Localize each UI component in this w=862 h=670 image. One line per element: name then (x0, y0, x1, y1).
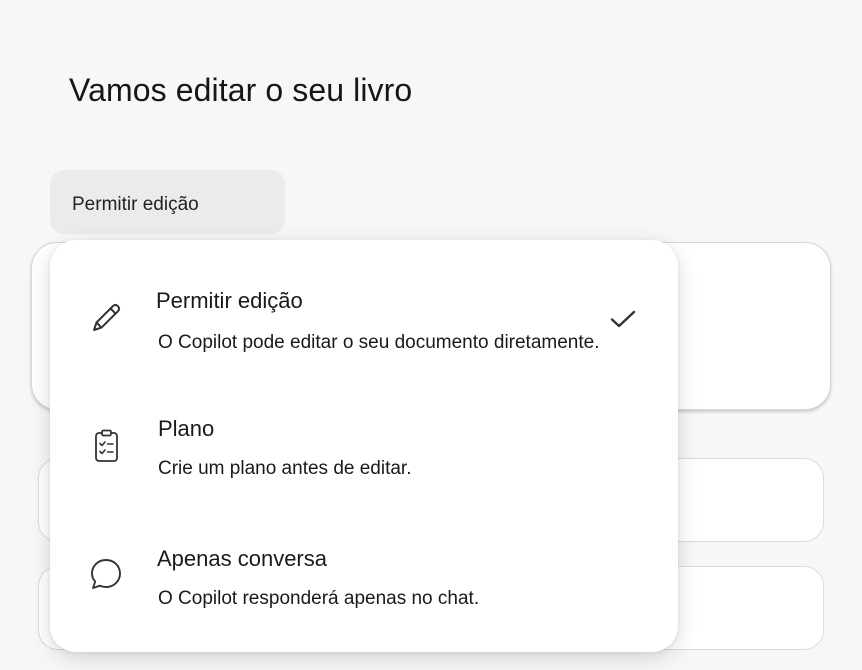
menu-item-chat-only[interactable]: Apenas conversa O Copilot responderá ape… (50, 520, 678, 640)
menu-item-description: O Copilot pode editar o seu documento di… (158, 332, 600, 353)
chat-bubble-icon (91, 559, 121, 589)
mode-selector-button[interactable]: Permitir edição (50, 170, 285, 234)
menu-item-description: Crie um plano antes de editar. (158, 458, 412, 479)
menu-item-allow-editing[interactable]: Permitir edição O Copilot pode editar o … (50, 260, 678, 380)
checkmark-icon (610, 310, 636, 328)
menu-item-description: O Copilot responderá apenas no chat. (158, 588, 480, 609)
page-title: Vamos editar o seu livro (69, 72, 413, 108)
app-window: Vamos editar o seu livro Permitir edição… (0, 0, 862, 670)
menu-item-label: Apenas conversa (157, 546, 327, 571)
pencil-icon (93, 303, 121, 331)
menu-item-label: Permitir edição (156, 288, 303, 313)
menu-item-plan[interactable]: Plano Crie um plano antes de editar. (50, 390, 678, 510)
menu-item-label: Plano (158, 416, 215, 441)
mode-menu: Permitir edição O Copilot pode editar o … (50, 240, 678, 652)
clipboard-checklist-icon (95, 429, 118, 462)
